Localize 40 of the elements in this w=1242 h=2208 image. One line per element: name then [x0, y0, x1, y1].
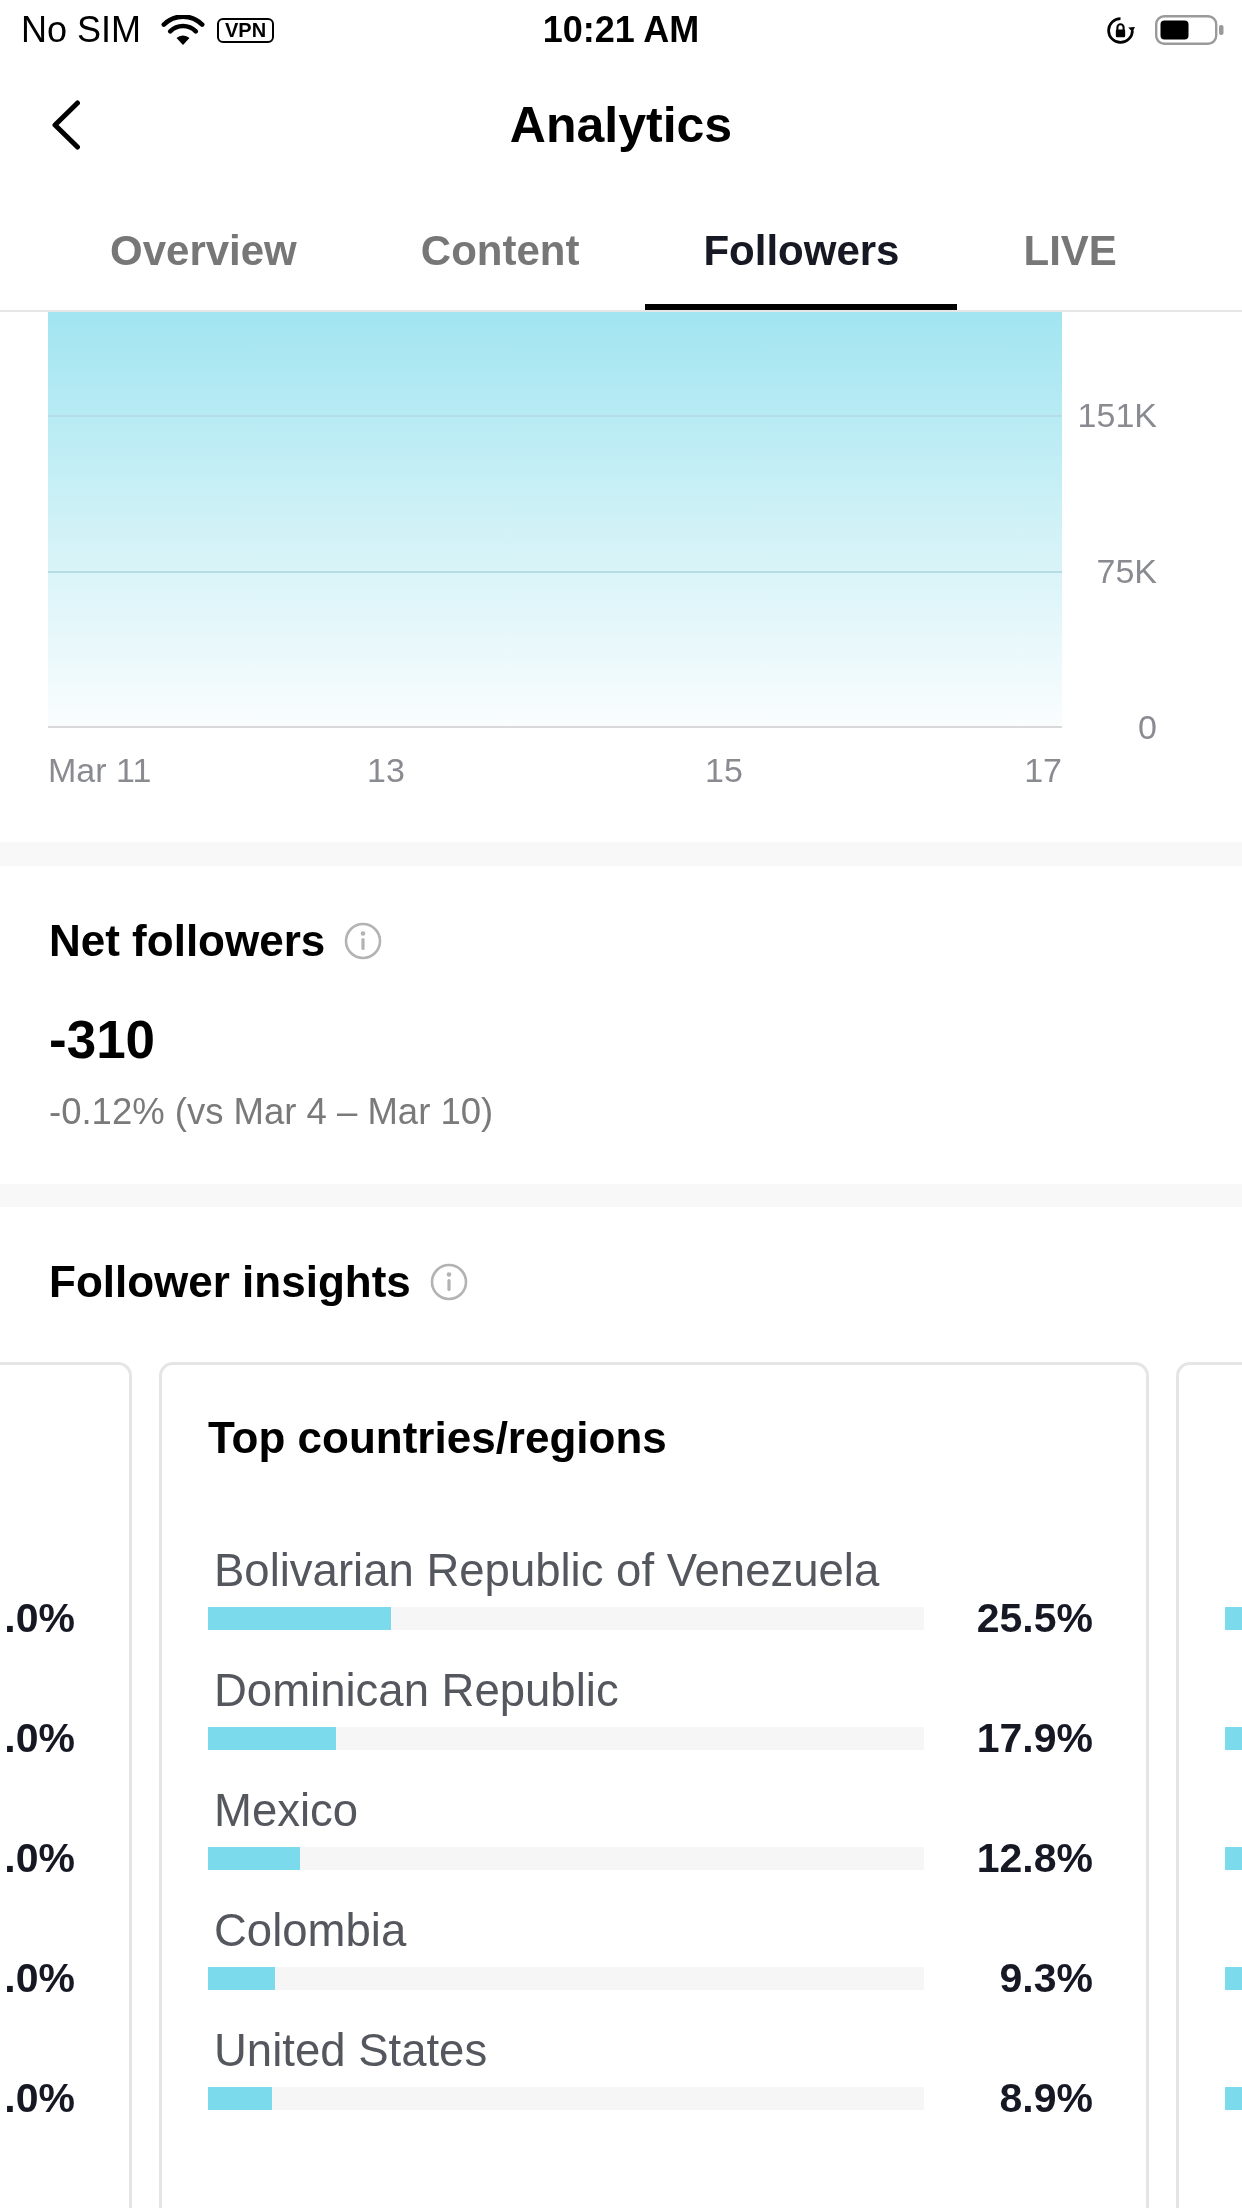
wifi-icon [161, 14, 206, 46]
percent-value: 8.9% [999, 2077, 1093, 2119]
info-icon[interactable] [344, 922, 383, 960]
net-followers-value: -310 [49, 1010, 156, 1070]
time-label: 10:21 AM [542, 9, 700, 51]
axis-label: 75K [1096, 551, 1157, 591]
info-icon[interactable] [429, 1263, 468, 1301]
axis-label: 151K [1077, 395, 1157, 435]
country-label: United States [213, 2025, 488, 2077]
page-title: Analytics [509, 96, 733, 155]
percent-value: .0% [4, 2077, 75, 2119]
country-label: Mexico [213, 1785, 359, 1837]
tab[interactable]: Overview [52, 190, 355, 310]
percent-value: .0% [4, 1717, 75, 1759]
axis-label: 17 [1024, 750, 1062, 790]
country-label: Bolivarian Republic of Venezuela [213, 1545, 880, 1597]
battery-icon [1155, 15, 1224, 45]
vpn-badge: VPN [217, 17, 275, 43]
card-title: Top countries/regions [208, 1412, 667, 1464]
percent-value: 25.5% [976, 1597, 1093, 1639]
back-icon[interactable] [51, 100, 81, 150]
percent-value: .0% [4, 1597, 75, 1639]
axis-label: Mar 11 [48, 750, 152, 790]
tab[interactable]: LIVE [965, 190, 1175, 310]
axis-label: 13 [367, 750, 405, 790]
percent-value: .0% [4, 1957, 75, 1999]
percent-value: 9.3% [999, 1957, 1093, 1999]
section-title: Follower insights [49, 1257, 411, 1307]
section-title: Net followers [49, 916, 326, 966]
percent-value: 12.8% [976, 1837, 1093, 1879]
carrier-label: No SIM [21, 9, 142, 51]
country-label: Colombia [213, 1905, 407, 1957]
axis-label: 0 [1138, 707, 1157, 747]
percent-value: 17.9% [976, 1717, 1093, 1759]
percent-value: .0% [4, 1837, 75, 1879]
tab[interactable]: Content [362, 190, 638, 310]
axis-label: 15 [705, 750, 743, 790]
orientation-lock-icon [1106, 15, 1135, 45]
country-label: Dominican Republic [213, 1665, 619, 1717]
comparison-text: -0.12% (vs Mar 4 – Mar 10) [49, 1092, 494, 1132]
